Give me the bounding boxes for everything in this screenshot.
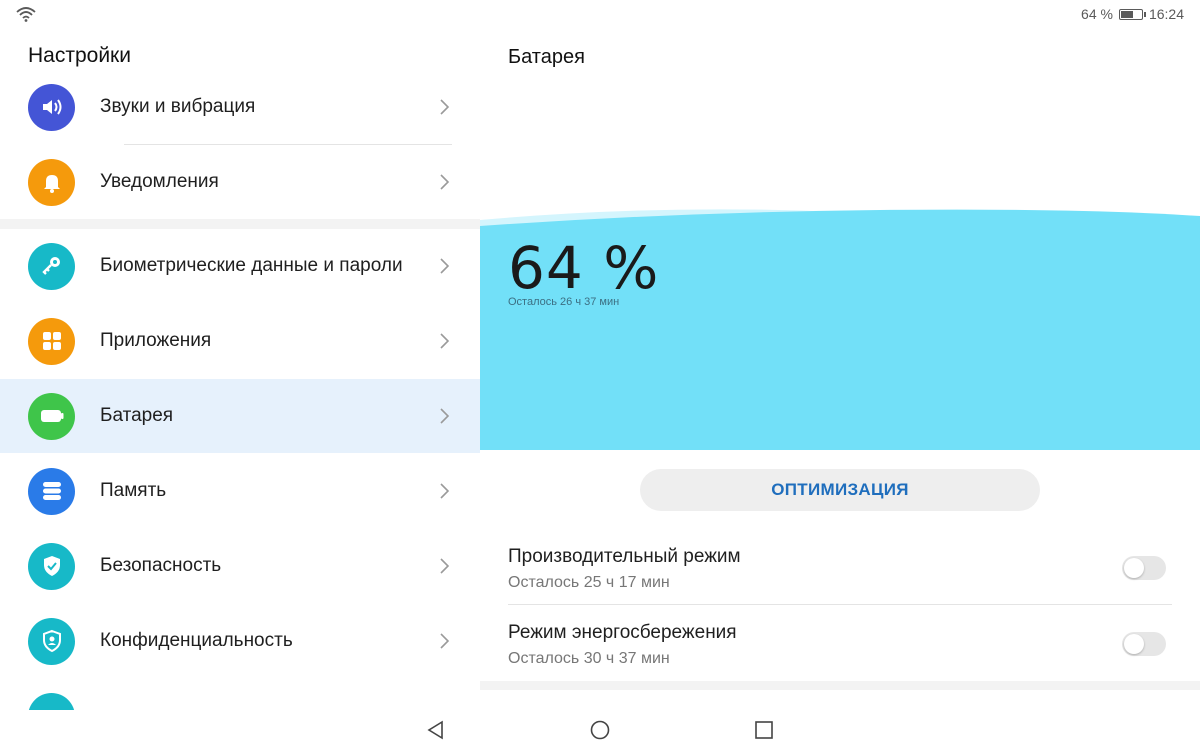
optimize-button[interactable]: ОПТИМИЗАЦИЯ (640, 469, 1040, 511)
settings-item-sounds[interactable]: Звуки и вибрация (0, 70, 480, 144)
chevron-right-icon (440, 258, 450, 274)
storage-icon (28, 467, 75, 515)
settings-item-label: Память (100, 480, 167, 501)
performance-mode-toggle[interactable] (1122, 556, 1166, 580)
clock: 16:24 (1148, 6, 1184, 22)
settings-item-partial[interactable] (0, 679, 480, 710)
settings-item-security[interactable]: Безопасность (0, 529, 480, 603)
settings-item-storage[interactable]: Память (0, 454, 480, 528)
chevron-right-icon (440, 558, 450, 574)
status-bar: 64 % 16:24 (0, 0, 1200, 28)
battery-icon (1118, 8, 1146, 20)
chevron-right-icon (440, 333, 450, 349)
speaker-icon (28, 83, 75, 131)
key-icon (28, 242, 75, 290)
mode-title: Производительный режим (508, 546, 741, 567)
settings-item-battery[interactable]: Батарея (0, 379, 480, 453)
battery-title: Батарея (508, 46, 585, 68)
settings-item-label: Биометрические данные и пароли (100, 255, 403, 276)
battery-icon (28, 392, 75, 440)
settings-item-label: Безопасность (100, 555, 222, 576)
settings-item-label: Батарея (100, 405, 174, 426)
settings-item-apps[interactable]: Приложения (0, 304, 480, 378)
chevron-right-icon (440, 633, 450, 649)
settings-item-label: Уведомления (100, 171, 219, 192)
bell-icon (28, 158, 75, 206)
chevron-right-icon (440, 483, 450, 499)
app-icon (28, 692, 75, 710)
settings-item-label: Конфиденциальность (100, 630, 293, 651)
mode-subtitle: Осталось 30 ч 37 мин (508, 650, 670, 667)
chevron-right-icon (440, 99, 450, 115)
battery-remaining: Осталось 26 ч 37 мин (508, 296, 620, 308)
section-gap (480, 681, 1200, 690)
divider (508, 604, 1172, 605)
mode-subtitle: Осталось 25 ч 17 мин (508, 574, 670, 591)
power-saving-mode-toggle[interactable] (1122, 632, 1166, 656)
toggle-knob (1124, 558, 1144, 578)
recents-icon[interactable] (752, 718, 776, 742)
settings-item-label: Звуки и вибрация (100, 96, 256, 117)
settings-item-biometrics[interactable]: Биометрические данные и пароли (0, 229, 480, 303)
battery-level-fill (1120, 10, 1133, 18)
home-icon[interactable] (588, 718, 612, 742)
section-gap (0, 219, 480, 229)
toggle-knob (1124, 634, 1144, 654)
settings-item-notifications[interactable]: Уведомления (0, 145, 480, 219)
status-right: 64 % 16:24 (1081, 6, 1184, 22)
apps-grid-icon (28, 317, 75, 365)
settings-title: Настройки (28, 44, 131, 67)
settings-item-label: Приложения (100, 330, 212, 351)
battery-percent-text: 64 % (1081, 6, 1113, 22)
battery-detail-panel: Батарея 64 % Осталось 26 ч 37 мин ОПТИМИ… (480, 28, 1200, 710)
settings-list-panel: Настройки Звуки и вибрация Уведомления Б… (0, 28, 480, 710)
battery-percent: 64 % (508, 234, 660, 302)
back-icon[interactable] (424, 718, 448, 742)
wifi-icon (16, 7, 36, 22)
shield-check-icon (28, 542, 75, 590)
settings-item-privacy[interactable]: Конфиденциальность (0, 604, 480, 678)
privacy-shield-icon (28, 617, 75, 665)
chevron-right-icon (440, 174, 450, 190)
navigation-bar (0, 710, 1200, 750)
mode-title: Режим энергосбережения (508, 622, 737, 643)
chevron-right-icon (440, 408, 450, 424)
